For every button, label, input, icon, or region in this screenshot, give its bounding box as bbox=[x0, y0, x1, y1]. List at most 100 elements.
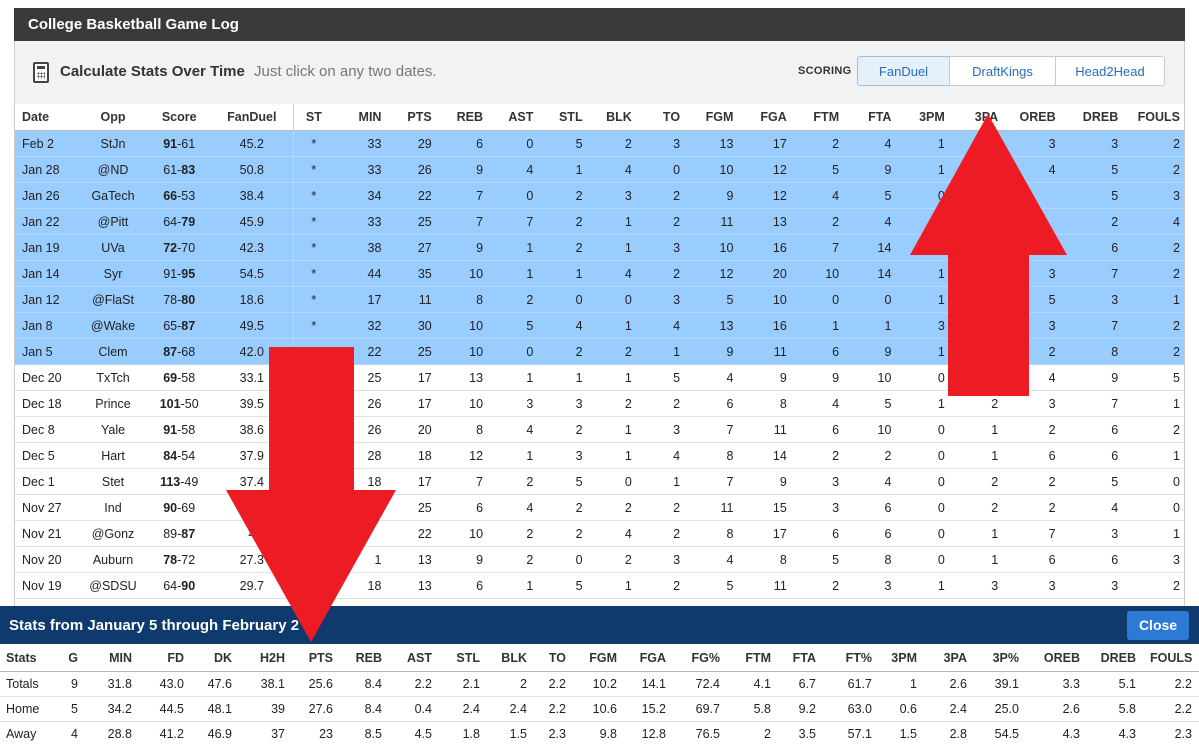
column-header-reb[interactable]: REB bbox=[435, 104, 488, 131]
column-header-min[interactable]: MIN bbox=[334, 104, 386, 131]
summary-cell: 8.4 bbox=[340, 696, 389, 722]
score-team: 89 bbox=[163, 526, 178, 541]
cell-stl: 5 bbox=[537, 468, 587, 495]
cell-dreb: 3 bbox=[1059, 520, 1123, 547]
cell-date: Dec 5 bbox=[15, 442, 79, 469]
game-row[interactable]: Jan 28 @ND 61-83 50.8 * 33 26 9 4 1 4 0 10 12 5 9 1 4 5 2 bbox=[15, 156, 1184, 183]
cell-ftm: 6 bbox=[790, 338, 844, 365]
cell-fouls: 2 bbox=[1122, 234, 1184, 261]
summary-row: Away 4 28.8 41.2 46.9 37 23 8.5 4.5 1.8 1.5 2.3 9.8 1… bbox=[0, 721, 1199, 745]
cell-stl: 2 bbox=[537, 182, 587, 209]
cell-dreb: 7 bbox=[1059, 390, 1123, 417]
cell-opp: TxTch bbox=[78, 364, 148, 391]
cell-ftm: 9 bbox=[790, 364, 844, 391]
cell-stl: 0 bbox=[537, 286, 587, 313]
column-header-pts[interactable]: PTS bbox=[385, 104, 436, 131]
game-row[interactable]: Nov 21 @Gonz 89-87 4 22 10 2 2 4 2 8 17 6 6 0 1 7 3 1 bbox=[15, 520, 1184, 547]
game-row[interactable]: Dec 18 Prince 101-50 39.5 26 17 10 3 3 2 2 6 8 4 5 1 2 3 7… bbox=[15, 390, 1184, 417]
column-header-ftm[interactable]: FTM bbox=[790, 104, 844, 131]
column-header-stl[interactable]: STL bbox=[537, 104, 587, 131]
score-team: 87 bbox=[163, 344, 178, 359]
game-row[interactable]: Dec 20 TxTch 69-58 33.1 25 17 13 1 1 1 5 4 9 9 10 0 4 9 5 bbox=[15, 364, 1184, 391]
game-row[interactable]: Nov 20 Auburn 78-72 27.3 1 13 9 2 0 2 3 4 8 5 8 0 1 6 6 3 bbox=[15, 546, 1184, 573]
cell-fta: 2 bbox=[843, 442, 896, 469]
cell-ast: 4 bbox=[487, 156, 538, 183]
summary-cell: 4.1 bbox=[727, 671, 778, 697]
column-header-tpm[interactable]: 3PM bbox=[895, 104, 949, 131]
column-header-fga[interactable]: FGA bbox=[737, 104, 791, 131]
cell-date: Jan 19 bbox=[15, 234, 79, 261]
column-header-tpa[interactable]: 3PA bbox=[948, 104, 1003, 131]
score-cell: 91-61 bbox=[147, 130, 211, 157]
summary-cell: 5 bbox=[55, 696, 85, 722]
cell-oreb: 5 bbox=[1002, 286, 1060, 313]
scoring-draftkings-button[interactable]: DraftKings bbox=[949, 56, 1056, 86]
summary-cell: 15.2 bbox=[624, 696, 673, 722]
game-row[interactable]: Dec 5 Hart 84-54 37.9 28 18 12 1 3 1 4 8 14 2 2 0 1 6 6 1 bbox=[15, 442, 1184, 469]
summary-cell: 5.1 bbox=[1087, 671, 1143, 697]
score-opponent: 53 bbox=[181, 188, 196, 203]
close-button[interactable]: Close bbox=[1127, 611, 1189, 640]
cell-fouls: 1 bbox=[1122, 520, 1184, 547]
score-opponent: 58 bbox=[181, 370, 196, 385]
game-row[interactable]: Jan 12 @FlaSt 78-80 18.6 * 17 11 8 2 0 0 3 5 10 0 0 1 5 3 1 bbox=[15, 286, 1184, 313]
summary-column-header: MIN bbox=[85, 645, 139, 672]
cell-reb: 10 bbox=[435, 260, 488, 287]
cell-fga: 16 bbox=[737, 312, 791, 339]
scoring-head2head-button[interactable]: Head2Head bbox=[1055, 56, 1165, 86]
cell-ftm: 2 bbox=[790, 442, 844, 469]
scoring-fanduel-button[interactable]: FanDuel bbox=[857, 56, 950, 86]
game-row[interactable]: Jan 19 UVa 72-70 42.3 * 38 27 9 1 2 1 3 10 16 7 14 6 2 bbox=[15, 234, 1184, 261]
column-header-dreb[interactable]: DREB bbox=[1059, 104, 1123, 131]
score-team: 69 bbox=[163, 370, 178, 385]
game-row[interactable]: Nov 19 @SDSU 64-90 29.7 18 13 6 1 5 1 2 5 11 2 3 1 3 3 3 2 bbox=[15, 572, 1184, 599]
cell-tpm: 1 bbox=[895, 156, 949, 183]
game-row[interactable]: Jan 22 @Pitt 64-79 45.9 * 33 25 7 7 2 1 2 11 13 2 4 1 2 4 bbox=[15, 208, 1184, 235]
cell-fta: 3 bbox=[843, 572, 896, 599]
cell-oreb: 2 bbox=[1002, 494, 1060, 521]
calculate-title: Calculate Stats Over Time bbox=[60, 63, 245, 80]
column-header-st[interactable]: ST bbox=[293, 104, 335, 131]
cell-fd: 42.3 bbox=[211, 234, 294, 261]
column-header-ast[interactable]: AST bbox=[487, 104, 538, 131]
score-opponent: 79 bbox=[181, 214, 196, 229]
column-header-date[interactable]: Date bbox=[15, 104, 79, 131]
score-opponent: 90 bbox=[181, 578, 196, 593]
column-header-blk[interactable]: BLK bbox=[586, 104, 636, 131]
cell-date: Jan 5 bbox=[15, 338, 79, 365]
cell-to: 3 bbox=[635, 546, 685, 573]
column-header-fouls[interactable]: FOULS bbox=[1122, 104, 1184, 131]
cell-tpm: 1 bbox=[895, 260, 949, 287]
cell-tpa: 1 bbox=[948, 416, 1003, 443]
game-row[interactable]: Feb 2 StJn 91-61 45.2 * 33 29 6 0 5 2 3 13 17 2 4 1 3 3 3 2 bbox=[15, 130, 1184, 157]
game-row[interactable]: Jan 5 Clem 87-68 42.0 * 22 25 10 0 2 2 1 9 11 6 9 1 2 8 2 bbox=[15, 338, 1184, 365]
cell-fgm: 11 bbox=[684, 494, 738, 521]
cell-dreb: 5 bbox=[1059, 182, 1123, 209]
cell-fouls: 2 bbox=[1122, 572, 1184, 599]
game-row[interactable]: Nov 14EastMi84-4636.82121920221012130145… bbox=[15, 598, 1184, 606]
column-header-fta[interactable]: FTA bbox=[843, 104, 896, 131]
cell-fd bbox=[211, 494, 294, 521]
cell-ast: 1 bbox=[487, 234, 538, 261]
cell-st: * bbox=[293, 234, 335, 261]
game-row[interactable]: Jan 14 Syr 91-95 54.5 * 44 35 10 1 1 4 2 12 20 10 14 1 3 7… bbox=[15, 260, 1184, 287]
cell-tpm: 0 bbox=[895, 416, 949, 443]
score-cell: 91-95 bbox=[147, 260, 211, 287]
game-row[interactable]: Jan 8 @Wake 65-87 49.5 * 32 30 10 5 4 1 4 13 16 1 1 3 3 7 2 bbox=[15, 312, 1184, 339]
game-row[interactable]: Dec 1 Stet 113-49 37.4 18 17 7 2 5 0 1 7 9 3 4 0 2 2 5 0 bbox=[15, 468, 1184, 495]
game-row[interactable]: Nov 27 Ind 90-69 25 6 4 2 2 2 11 15 3 6 0 2 2 4 0 bbox=[15, 494, 1184, 521]
column-header-score[interactable]: Score bbox=[147, 104, 211, 131]
summary-cell: 4.3 bbox=[1026, 721, 1087, 745]
column-header-to[interactable]: TO bbox=[635, 104, 685, 131]
calculate-bar: Calculate Stats Over Time Just click on … bbox=[14, 41, 1185, 104]
game-row[interactable]: Jan 26 GaTech 66-53 38.4 * 34 22 7 0 2 3 2 9 12 4 5 0 5 3 bbox=[15, 182, 1184, 209]
column-header-fd[interactable]: FanDuel bbox=[211, 104, 294, 131]
cell-fd: 50.8 bbox=[211, 156, 294, 183]
game-row[interactable]: Dec 8 Yale 91-58 38.6 26 20 8 4 2 1 3 7 11 6 10 0 1 2 6 2 bbox=[15, 416, 1184, 443]
column-header-oreb[interactable]: OREB bbox=[1002, 104, 1060, 131]
column-header-fgm[interactable]: FGM bbox=[684, 104, 738, 131]
cell-fd: 49.5 bbox=[211, 312, 294, 339]
column-header-opp[interactable]: Opp bbox=[78, 104, 148, 131]
score-team: 64 bbox=[163, 214, 178, 229]
cell-fd: 27.3 bbox=[211, 546, 294, 573]
